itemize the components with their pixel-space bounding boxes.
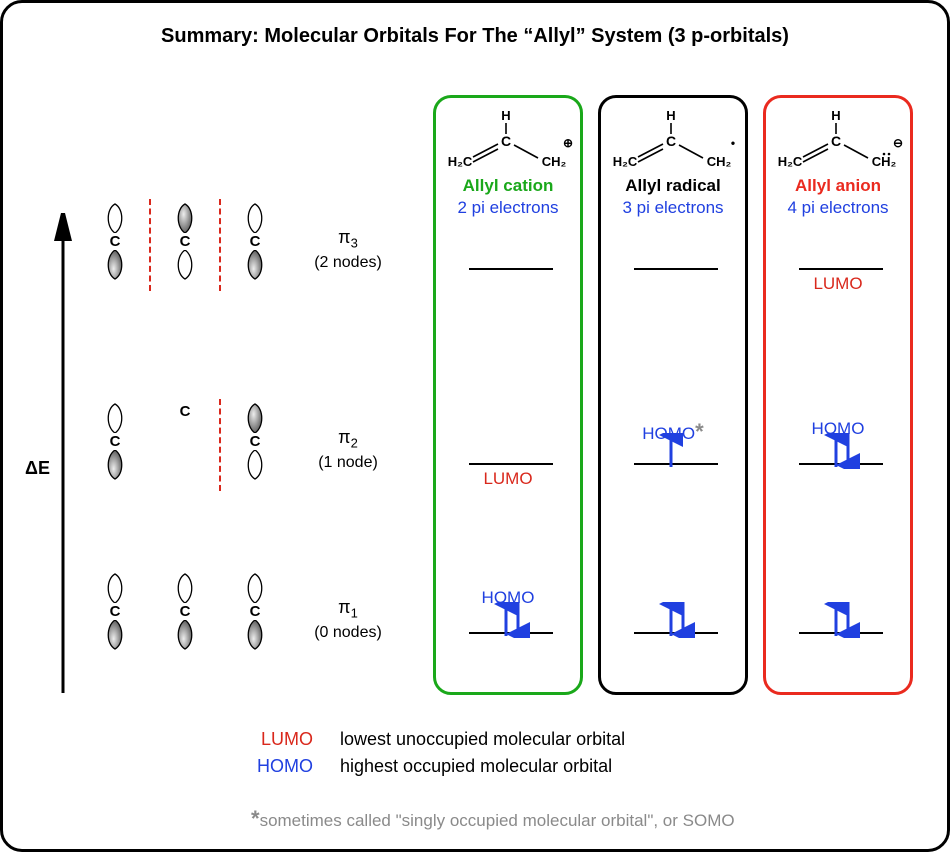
orbital-pi2-carbon-2: C bbox=[163, 403, 207, 420]
orbital-pi2-carbon-1: C bbox=[93, 403, 137, 480]
legend-lumo-label: LUMO bbox=[243, 729, 313, 750]
carbon-label: C bbox=[163, 603, 207, 620]
species-box-radical: H C H₂C CH₂ • Allyl radical3 pi electron… bbox=[598, 95, 748, 695]
orbital-pi1-carbon-1: C bbox=[93, 573, 137, 650]
energy-level-pi2 bbox=[469, 463, 553, 465]
carbon-label: C bbox=[233, 603, 277, 620]
legend-homo-row: HOMO highest occupied molecular orbital bbox=[243, 756, 625, 777]
orbital-pi3-carbon-3: C bbox=[233, 203, 277, 280]
carbon-label: C bbox=[93, 233, 137, 250]
lumo-label-anion-pi3: LUMO bbox=[766, 274, 910, 294]
orbital-label-pi1: π1(0 nodes) bbox=[303, 597, 393, 642]
node-line bbox=[219, 199, 221, 291]
carbon-label: C bbox=[163, 403, 207, 420]
orbital-label-pi2: π2(1 node) bbox=[303, 427, 393, 472]
orbital-row-pi3: C C C π3(2 nodes) bbox=[3, 203, 423, 303]
svg-text:H: H bbox=[501, 108, 510, 123]
structure-icon: H C H₂C CH₂ ⊖ bbox=[766, 108, 916, 172]
svg-text:CH₂: CH₂ bbox=[872, 154, 897, 169]
orbital-row-pi1: C C C π1(0 nodes) bbox=[3, 573, 423, 673]
allyl-structure-anion: H C H₂C CH₂ ⊖ bbox=[766, 108, 910, 172]
species-box-cation: H C H₂C CH₂ ⊕ Allyl cation2 pi electrons… bbox=[433, 95, 583, 695]
svg-text:C: C bbox=[501, 133, 511, 149]
pi-electron-count-radical: 3 pi electrons bbox=[601, 198, 745, 218]
diagram-title: Summary: Molecular Orbitals For The “All… bbox=[3, 25, 947, 48]
svg-text:H₂C: H₂C bbox=[613, 154, 638, 169]
pi-electron-count-cation: 2 pi electrons bbox=[436, 198, 580, 218]
carbon-label: C bbox=[233, 233, 277, 250]
carbon-label: C bbox=[93, 603, 137, 620]
svg-text:H₂C: H₂C bbox=[448, 154, 473, 169]
footnote-text: sometimes called "singly occupied molecu… bbox=[260, 811, 735, 830]
footnote-asterisk: * bbox=[251, 806, 260, 831]
orbital-label-pi3: π3(2 nodes) bbox=[303, 227, 393, 272]
pi-electron-count-anion: 4 pi electrons bbox=[766, 198, 910, 218]
energy-level-pi3 bbox=[469, 268, 553, 270]
allyl-structure-radical: H C H₂C CH₂ • bbox=[601, 108, 745, 172]
carbon-label: C bbox=[163, 233, 207, 250]
orbital-pi2-carbon-3: C bbox=[233, 403, 277, 480]
species-name-anion: Allyl anion bbox=[766, 176, 910, 196]
orbital-pi3-carbon-2: C bbox=[163, 203, 207, 280]
orbital-pi1-carbon-3: C bbox=[233, 573, 277, 650]
svg-text:C: C bbox=[666, 133, 676, 149]
svg-text:C: C bbox=[831, 133, 841, 149]
svg-text:•: • bbox=[731, 136, 735, 150]
orbital-pi3-carbon-1: C bbox=[93, 203, 137, 280]
svg-text:⊕: ⊕ bbox=[563, 136, 573, 150]
energy-level-pi3 bbox=[634, 268, 718, 270]
allyl-structure-cation: H C H₂C CH₂ ⊕ bbox=[436, 108, 580, 172]
structure-icon: H C H₂C CH₂ • bbox=[601, 108, 751, 172]
species-box-anion: H C H₂C CH₂ ⊖ Allyl anion4 pi electrons L… bbox=[763, 95, 913, 695]
svg-text:H: H bbox=[831, 108, 840, 123]
footnote: *sometimes called "singly occupied molec… bbox=[251, 806, 735, 832]
legend-lumo-text: lowest unoccupied molecular orbital bbox=[340, 729, 625, 749]
species-name-radical: Allyl radical bbox=[601, 176, 745, 196]
lumo-label-cation-pi2: LUMO bbox=[436, 469, 580, 489]
legend: LUMO lowest unoccupied molecular orbital… bbox=[243, 729, 625, 783]
node-line bbox=[149, 199, 151, 291]
structure-icon: H C H₂C CH₂ ⊕ bbox=[436, 108, 586, 172]
orbital-pi1-carbon-2: C bbox=[163, 573, 207, 650]
legend-homo-text: highest occupied molecular orbital bbox=[340, 756, 612, 776]
svg-text:H: H bbox=[666, 108, 675, 123]
legend-lumo-row: LUMO lowest unoccupied molecular orbital bbox=[243, 729, 625, 750]
svg-text:CH₂: CH₂ bbox=[707, 154, 732, 169]
legend-homo-label: HOMO bbox=[243, 756, 313, 777]
diagram-frame: Summary: Molecular Orbitals For The “All… bbox=[0, 0, 950, 852]
node-line bbox=[219, 399, 221, 491]
svg-text:CH₂: CH₂ bbox=[542, 154, 567, 169]
svg-text:H₂C: H₂C bbox=[778, 154, 803, 169]
orbital-row-pi2: C C C π2(1 node) bbox=[3, 403, 423, 503]
carbon-label: C bbox=[93, 433, 137, 450]
svg-text:⊖: ⊖ bbox=[893, 136, 903, 150]
carbon-label: C bbox=[233, 433, 277, 450]
energy-level-pi3 bbox=[799, 268, 883, 270]
species-name-cation: Allyl cation bbox=[436, 176, 580, 196]
